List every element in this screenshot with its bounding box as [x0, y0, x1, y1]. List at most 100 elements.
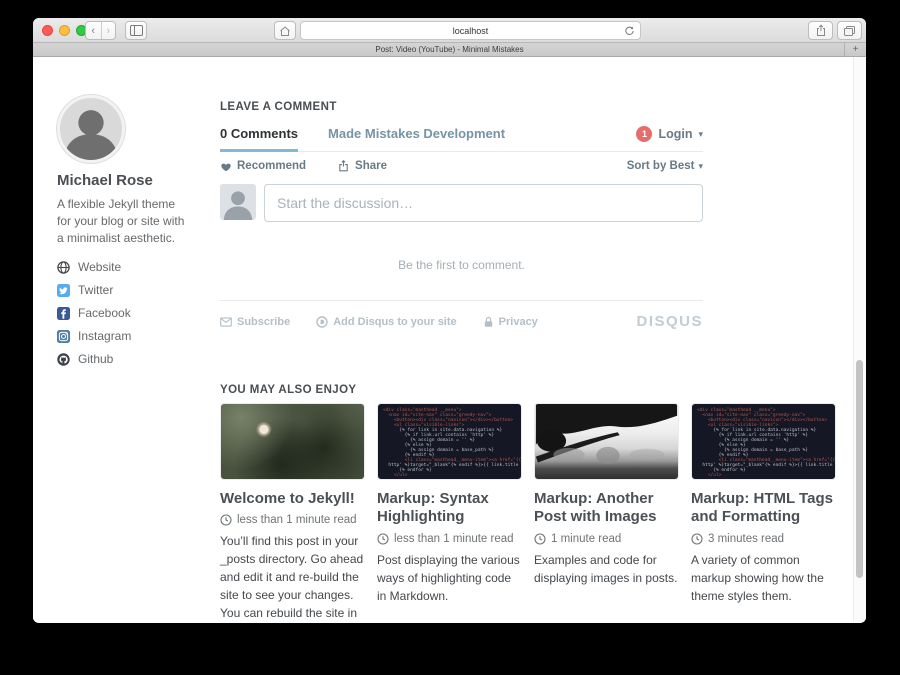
disqus-logo[interactable]: DISQUS [636, 313, 703, 330]
share-label: Share [355, 160, 387, 172]
disqus-tabs: 0 Comments Made Mistakes Development 1 L… [220, 126, 703, 152]
sort-by-dropdown[interactable]: Sort by Best ▾ [627, 160, 703, 172]
post-title[interactable]: Markup: Syntax Highlighting [377, 490, 522, 527]
add-disqus-link[interactable]: Add Disqus to your site [316, 316, 456, 328]
comment-compose-row [220, 184, 703, 222]
minimize-window-button[interactable] [59, 25, 70, 36]
author-links: Website Twitter Facebook [57, 260, 197, 366]
address-bar[interactable]: localhost [300, 21, 641, 40]
history-nav-group: ‹ › [85, 21, 116, 40]
link-label: Facebook [78, 306, 131, 320]
related-card: <div class="masthead __menu"> <nav id="s… [691, 403, 836, 622]
share-button[interactable] [808, 21, 833, 40]
post-title[interactable]: Markup: Another Post with Images [534, 490, 679, 527]
related-heading: YOU MAY ALSO ENJOY [220, 384, 838, 396]
tree-photo-graphic [535, 404, 678, 479]
show-all-tabs-button[interactable] [837, 21, 862, 40]
sidebar-item-instagram[interactable]: Instagram [57, 329, 197, 343]
sidebar-item-github[interactable]: Github [57, 352, 197, 366]
person-silhouette-icon [220, 184, 256, 220]
page-viewport: Michael Rose A flexible Jekyll theme for… [33, 57, 866, 622]
read-time: less than 1 minute read [237, 514, 357, 526]
post-thumbnail-code-screenshot[interactable]: <div class="masthead __menu"> <nav id="s… [691, 403, 836, 480]
read-time: 1 minute read [551, 533, 621, 545]
login-label: Login [658, 127, 692, 141]
post-thumbnail-code-screenshot[interactable]: <div class="masthead __menu"> <nav id="s… [377, 403, 522, 480]
privacy-link[interactable]: Privacy [483, 316, 538, 328]
read-time: 3 minutes read [708, 533, 784, 545]
recommend-label: Recommend [237, 160, 306, 172]
tab-bar: Post: Video (YouTube) - Minimal Mistakes… [33, 43, 866, 57]
post-meta: 1 minute read [534, 533, 679, 545]
add-disqus-label: Add Disqus to your site [333, 316, 456, 328]
privacy-label: Privacy [499, 316, 538, 328]
main-column: LEAVE A COMMENT 0 Comments Made Mistakes… [220, 101, 838, 622]
empty-state-message: Be the first to comment. [220, 258, 703, 272]
post-title[interactable]: Markup: HTML Tags and Formatting [691, 490, 836, 527]
post-title[interactable]: Welcome to Jekyll! [220, 490, 365, 508]
disqus-footer: Subscribe Add Disqus to your site Privac… [220, 313, 703, 330]
disqus-icon [316, 316, 328, 328]
share-thread-button[interactable]: Share [338, 160, 387, 172]
browser-window: ‹ › localhost [33, 18, 866, 623]
disqus-widget: 0 Comments Made Mistakes Development 1 L… [220, 126, 703, 330]
link-label: Website [78, 260, 121, 274]
facebook-icon [57, 307, 70, 320]
comments-heading: LEAVE A COMMENT [220, 101, 838, 113]
lock-icon [483, 316, 494, 328]
tab-comment-count[interactable]: 0 Comments [220, 126, 298, 151]
sidebar-icon [130, 25, 143, 36]
link-label: Instagram [78, 329, 131, 343]
login-button[interactable]: 1 Login ▾ [636, 126, 703, 142]
related-card: <div class="masthead __menu"> <nav id="s… [377, 403, 522, 622]
author-sidebar: Michael Rose A flexible Jekyll theme for… [57, 95, 197, 366]
author-name: Michael Rose [57, 172, 197, 189]
comment-input[interactable] [264, 184, 703, 222]
related-posts-section: YOU MAY ALSO ENJOY Welcome to Jekyll! le… [220, 384, 838, 622]
chevron-down-icon: ▾ [698, 161, 703, 172]
home-button[interactable] [274, 21, 296, 40]
post-meta: less than 1 minute read [220, 514, 365, 526]
sidebar-item-twitter[interactable]: Twitter [57, 283, 197, 297]
link-label: Twitter [78, 283, 113, 297]
back-button[interactable]: ‹ [86, 22, 101, 39]
recommend-button[interactable]: Recommend [220, 160, 306, 172]
link-label: Github [78, 352, 113, 366]
avatar [57, 95, 125, 163]
subscribe-label: Subscribe [237, 316, 290, 328]
divider [220, 300, 703, 301]
clock-icon [220, 514, 232, 526]
forward-button[interactable]: › [101, 22, 116, 39]
related-card: Welcome to Jekyll! less than 1 minute re… [220, 403, 365, 622]
close-window-button[interactable] [42, 25, 53, 36]
scrollbar-thumb[interactable] [856, 360, 863, 578]
twitter-icon [57, 284, 70, 297]
sidebar-item-facebook[interactable]: Facebook [57, 306, 197, 320]
new-tab-button[interactable]: + [844, 43, 866, 56]
clock-icon [691, 533, 703, 545]
envelope-icon [220, 317, 232, 327]
reload-icon[interactable] [624, 25, 635, 37]
sidebar-item-website[interactable]: Website [57, 260, 197, 274]
browser-toolbar: ‹ › localhost [33, 18, 866, 43]
post-excerpt: Examples and code for displaying images … [534, 551, 679, 587]
post-excerpt: Post displaying the various ways of high… [377, 551, 522, 605]
share-arrow-icon [338, 160, 350, 172]
clock-icon [534, 533, 546, 545]
url-text: localhost [453, 26, 489, 36]
home-icon [279, 25, 291, 37]
post-excerpt: A variety of common markup showing how t… [691, 551, 836, 605]
person-silhouette-icon [60, 98, 122, 160]
github-icon [57, 353, 70, 366]
post-thumbnail-tree-photo[interactable] [534, 403, 679, 480]
post-thumbnail-moss-photo[interactable] [220, 403, 365, 480]
notification-badge[interactable]: 1 [636, 126, 652, 142]
guest-avatar [220, 184, 256, 220]
subscribe-link[interactable]: Subscribe [220, 316, 290, 328]
tab-community[interactable]: Made Mistakes Development [328, 126, 505, 141]
related-card: Markup: Another Post with Images 1 minut… [534, 403, 679, 622]
disqus-actions: Recommend Share Sort by Best ▾ [220, 160, 703, 172]
chevron-down-icon: ▾ [698, 129, 703, 140]
sidebar-toggle-button[interactable] [125, 21, 147, 40]
scrollbar-track [853, 57, 866, 622]
